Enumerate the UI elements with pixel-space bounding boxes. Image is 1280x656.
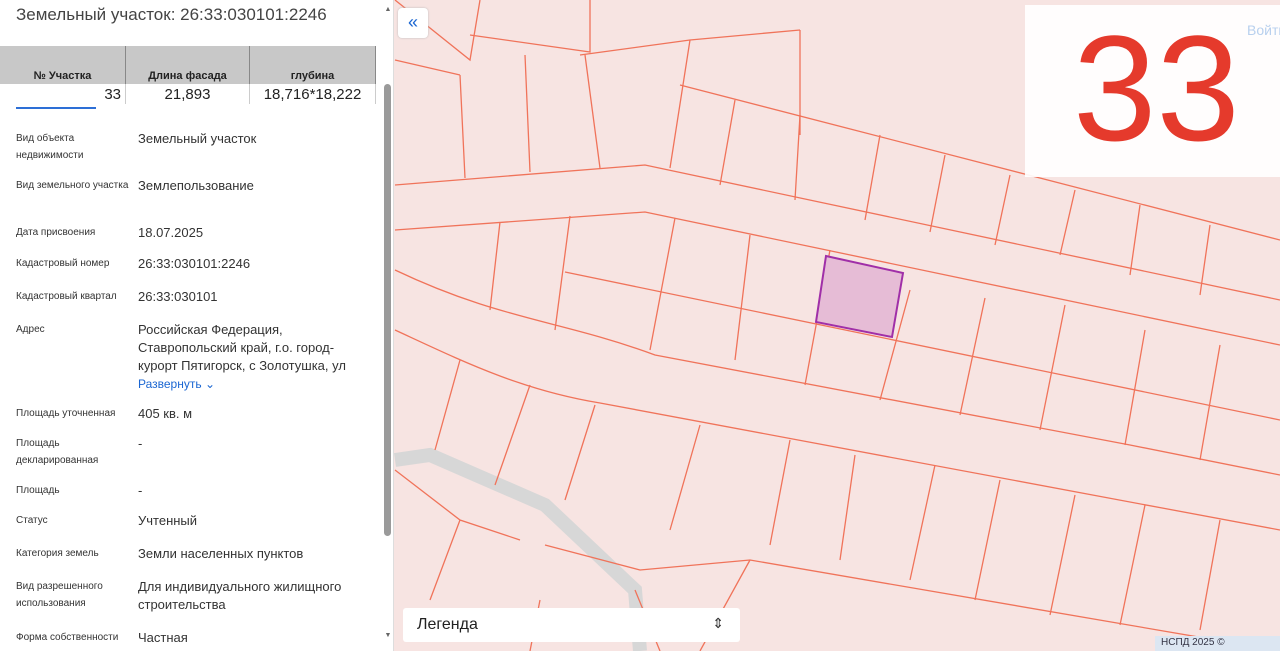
value-facade: 21,893	[126, 84, 250, 104]
property-label: Статус	[16, 515, 48, 526]
property-label: Вид земельного участка	[16, 180, 129, 191]
plot-number-overlay: 33	[1025, 5, 1280, 177]
property-value: -	[138, 483, 143, 498]
legend-label: Легенда	[417, 616, 478, 633]
property-value: 18.07.2025	[138, 225, 204, 240]
login-button[interactable]: Войти	[1247, 22, 1280, 38]
property-row: Кадастровый квартал 26:33:030101	[16, 288, 366, 306]
active-tab-indicator	[16, 107, 96, 109]
property-label: Кадастровый номер	[16, 258, 110, 269]
scrollbar-thumb[interactable]	[384, 84, 391, 536]
scrollbar[interactable]: ▲ ▼	[383, 0, 393, 651]
value-depth: 18,716*18,222	[250, 84, 376, 104]
property-label: Вид объекта недвижимости	[16, 133, 84, 161]
property-row: Дата присвоения 18.07.2025	[16, 224, 366, 242]
scroll-down-icon[interactable]: ▼	[383, 632, 393, 639]
property-value: -	[138, 436, 143, 451]
plot-number: 33	[1073, 4, 1240, 172]
property-value: 26:33:030101	[138, 289, 218, 304]
collapse-panel-button[interactable]: «	[398, 8, 428, 38]
property-label: Площадь	[16, 485, 60, 496]
property-row: Категория земель Земли населенных пунктов	[16, 545, 366, 563]
property-label: Категория земель	[16, 548, 99, 559]
map-attribution: НСПД 2025 ©	[1155, 636, 1280, 651]
property-value: Учтенный	[138, 513, 198, 528]
chevron-updown-icon: ⇕	[712, 615, 724, 631]
value-plot-number: 33	[0, 84, 126, 104]
property-label: Площадь уточненная	[16, 408, 116, 419]
property-label: Вид разрешенного использования	[16, 581, 103, 609]
header-plot-number: № Участка	[0, 46, 126, 84]
chevron-down-icon: ⌄	[204, 377, 216, 391]
property-value: 405 кв. м	[138, 406, 193, 421]
property-value: Земельный участок	[138, 131, 257, 146]
property-row: Вид разрешенного использования Для индиви…	[16, 578, 366, 614]
header-facade: Длина фасада	[126, 46, 250, 84]
property-row: Площадь -	[16, 482, 366, 500]
parcel-lines	[394, 0, 801, 179]
scroll-up-icon[interactable]: ▲	[383, 6, 393, 13]
expand-label: Развернуть	[138, 377, 202, 391]
property-label: Кадастровый квартал	[16, 291, 117, 302]
info-panel: Земельный участок: 26:33:030101:2246 № У…	[0, 0, 394, 651]
property-value: Частная	[138, 630, 188, 645]
property-label: Форма собственности	[16, 632, 119, 643]
property-row: Статус Учтенный	[16, 512, 366, 530]
header-depth: глубина	[250, 46, 376, 84]
legend-dropdown[interactable]: Легенда ⇕	[403, 608, 740, 642]
panel-title: Земельный участок: 26:33:030101:2246	[16, 5, 327, 24]
selected-parcel	[814, 254, 905, 339]
property-row: Вид земельного участка Землепользование	[16, 177, 366, 195]
property-label: Дата присвоения	[16, 227, 96, 238]
property-value: Российская Федерация, Ставропольский кра…	[138, 322, 346, 373]
property-row: Адрес Российская Федерация, Ставропольски…	[16, 321, 366, 393]
property-row: Площадь уточненная 405 кв. м	[16, 405, 366, 423]
property-row: Вид объекта недвижимости Земельный участо…	[16, 130, 366, 164]
property-value: Земли населенных пунктов	[138, 546, 304, 561]
property-value: Для индивидуального жилищного строительс…	[138, 579, 342, 612]
property-value: 26:33:030101:2246	[138, 256, 251, 271]
property-label: Адрес	[16, 324, 45, 335]
property-label: Площадь декларированная	[16, 438, 99, 466]
overlay-table: № Участка Длина фасада глубина 33 21,893…	[0, 46, 376, 106]
property-row: Площадь декларированная -	[16, 435, 366, 469]
property-row: Форма собственности Частная	[16, 629, 366, 647]
property-row: Кадастровый номер 26:33:030101:2246	[16, 255, 366, 273]
property-value: Землепользование	[138, 178, 254, 193]
expand-link[interactable]: Развернуть ⌄	[138, 375, 366, 393]
